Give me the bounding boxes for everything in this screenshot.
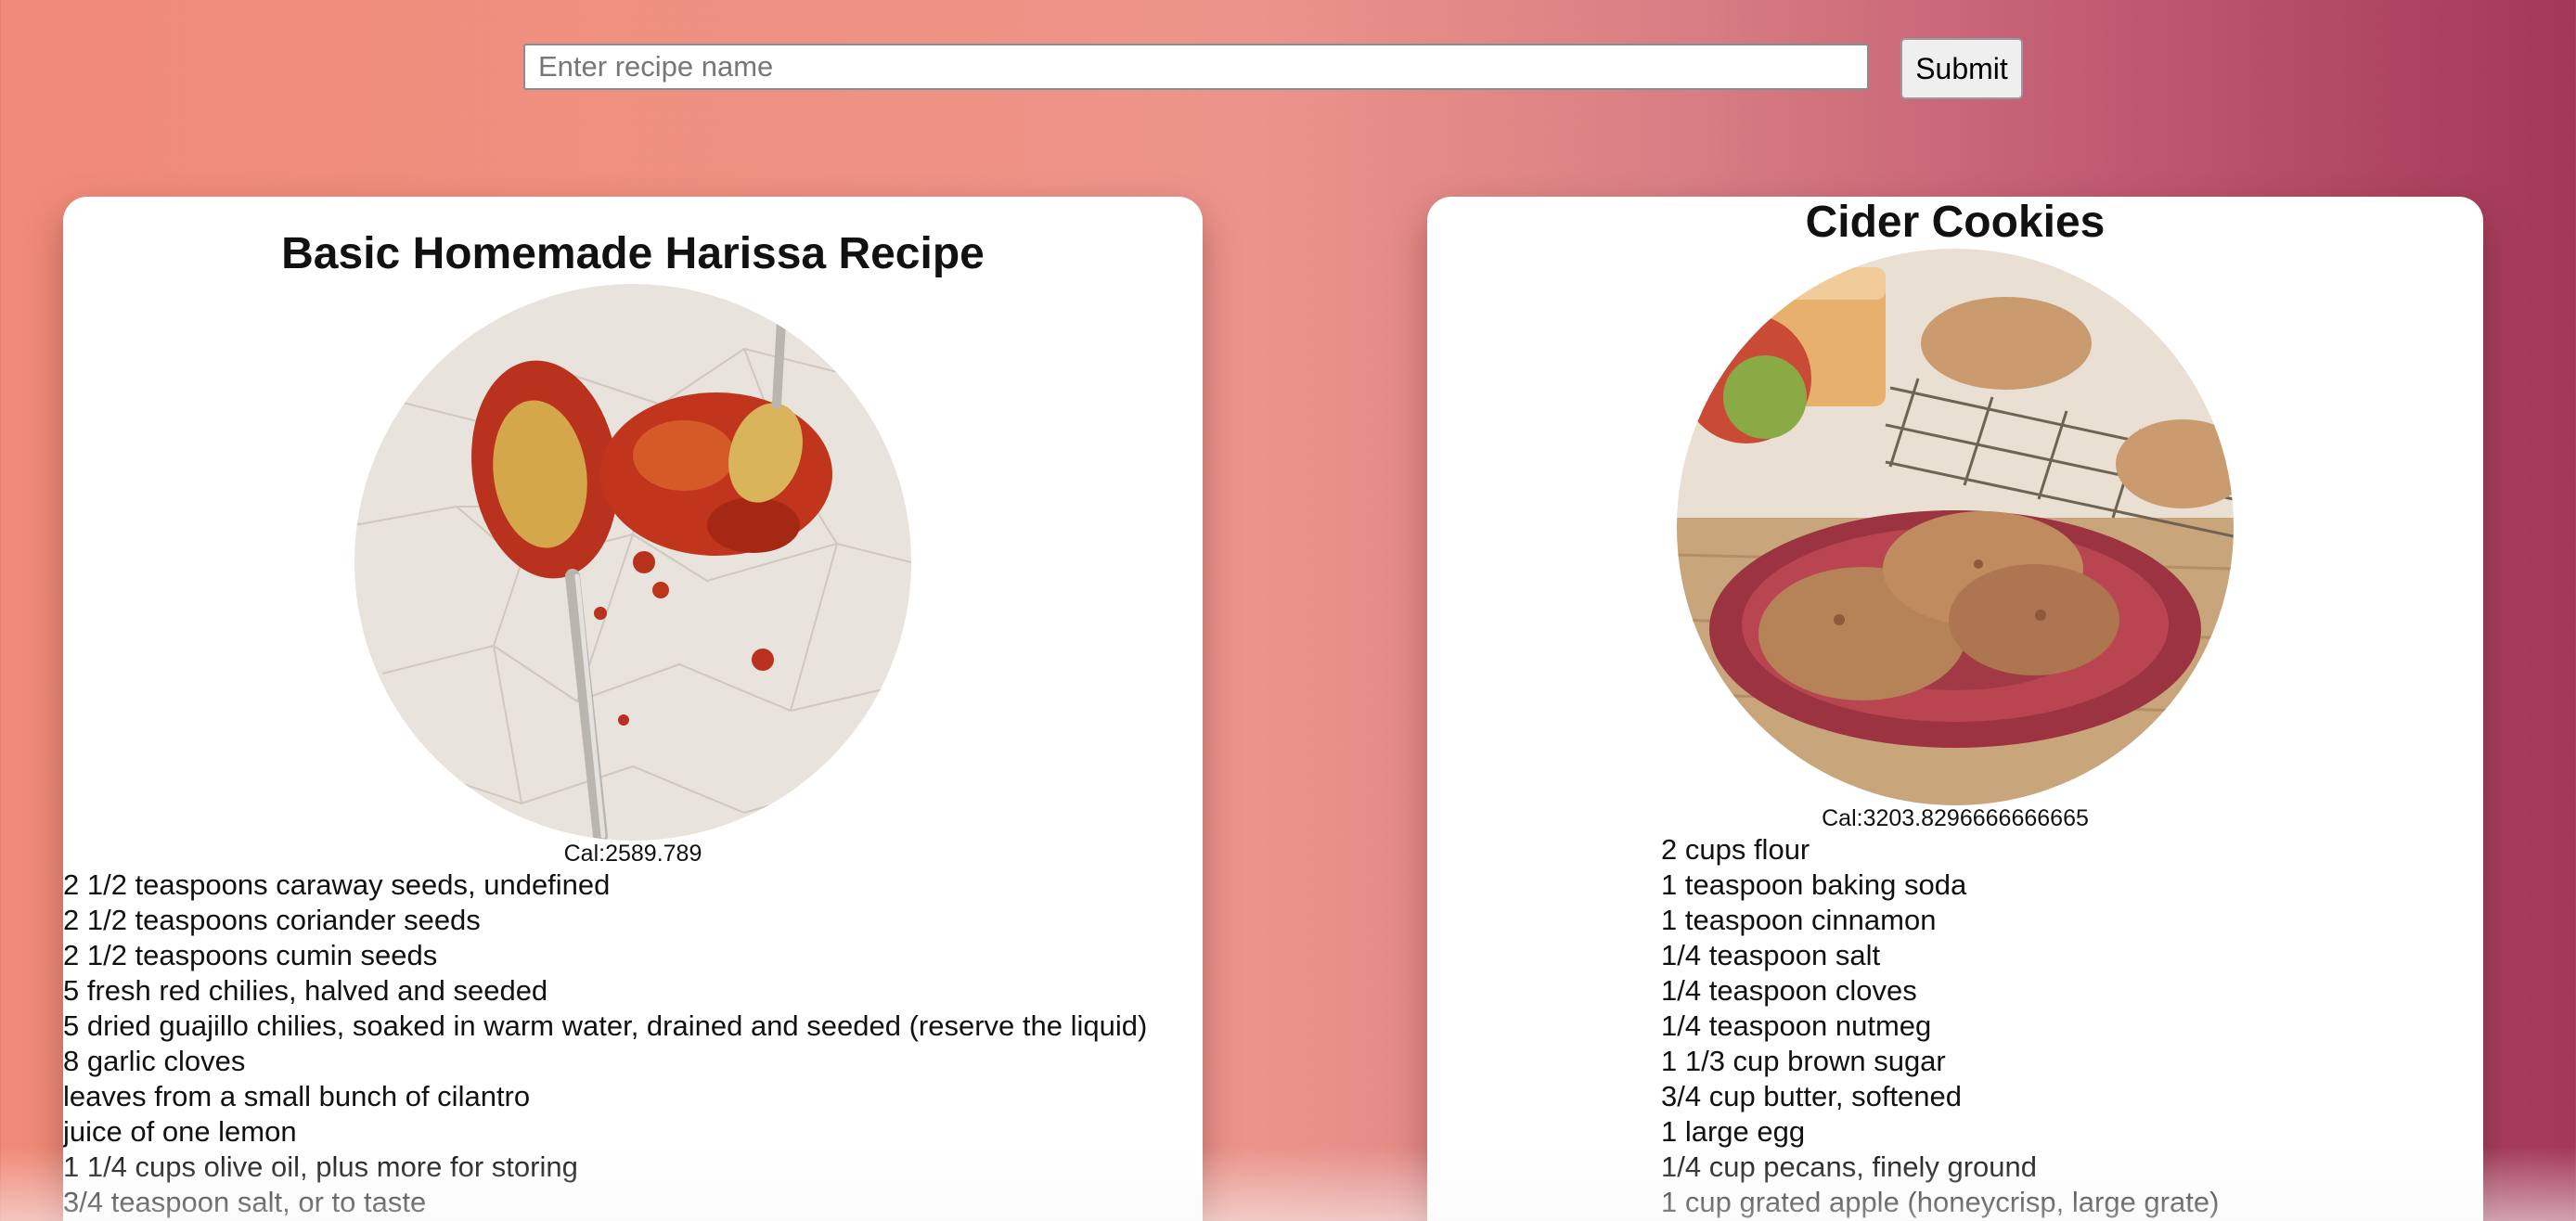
ingredient-item: 2 1/2 teaspoons coriander seeds <box>63 904 481 936</box>
ingredient-item: 5 fresh red chilies, halved and seeded <box>63 974 548 1007</box>
ingredient-item: 1/4 teaspoon nutmeg <box>1661 1009 1932 1042</box>
ingredient-item: juice of one lemon <box>63 1115 297 1148</box>
ingredient-item: 1/4 teaspoon cloves <box>1661 974 1917 1007</box>
ingredient-item: 1 1/3 cup brown sugar <box>1661 1045 1946 1077</box>
ingredient-item: 2 1/2 teaspoons caraway seeds, undefined <box>63 868 611 901</box>
calories-label: Cal:2589.789 <box>563 841 702 867</box>
recipe-image <box>1677 249 2234 805</box>
recipe-title: Basic Homemade Harissa Recipe <box>281 229 985 278</box>
calories-label: Cal:3203.8296666666665 <box>1822 805 2089 831</box>
recipe-search-input[interactable] <box>523 44 1869 90</box>
ingredient-item: leaves from a small bunch of cilantro <box>63 1080 531 1112</box>
recipe-card: Basic Homemade Harissa Recipe Cal:2589.7… <box>63 197 1203 1221</box>
ingredient-item: 1/4 cup pecans, finely ground <box>1661 1150 2037 1183</box>
ingredient-item: 1/4 teaspoon salt <box>1661 939 1881 971</box>
ingredient-item: 5 dried guajillo chilies, soaked in warm… <box>63 1009 1148 1042</box>
ingredient-item: 1 1/4 cups olive oil, plus more for stor… <box>63 1150 578 1183</box>
ingredient-list: 2 cups flour 1 teaspoon baking soda 1 te… <box>1661 832 2219 1220</box>
submit-button[interactable]: Submit <box>1900 38 2023 99</box>
ingredient-item: 2 1/2 teaspoons cumin seeds <box>63 939 438 971</box>
ingredient-item: 1 large egg <box>1661 1115 1806 1148</box>
ingredient-item: 1 cup grated apple (honeycrisp, large gr… <box>1661 1186 2220 1218</box>
ingredient-item: 3/4 teaspoon salt, or to taste <box>63 1186 427 1218</box>
ingredient-item: 2 cups flour <box>1661 833 1810 866</box>
ingredient-item: 3/4 cup butter, softened <box>1661 1080 1963 1112</box>
ingredient-item: 1 teaspoon baking soda <box>1661 868 1967 901</box>
recipe-title: Cider Cookies <box>1805 198 2106 247</box>
recipe-image <box>354 284 911 841</box>
ingredient-item: 1 teaspoon cinnamon <box>1661 904 1937 936</box>
ingredient-list: 2 1/2 teaspoons caraway seeds, undefined… <box>63 868 1147 1220</box>
recipe-card: Cider Cookies Cal:3203.8296666666665 2 c… <box>1427 197 2483 1221</box>
ingredient-item: 8 garlic cloves <box>63 1045 246 1077</box>
